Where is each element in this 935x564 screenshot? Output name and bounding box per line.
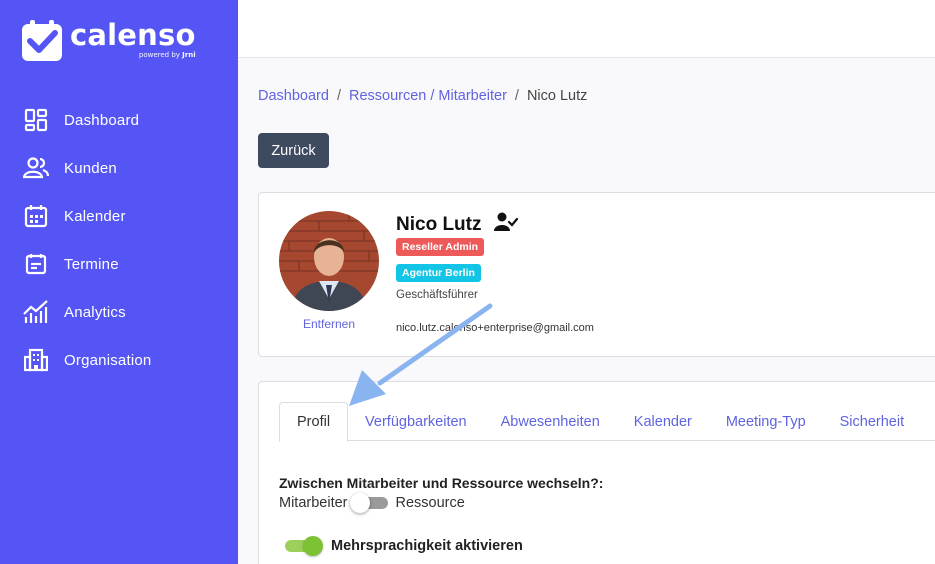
brand-powered-by: powered by Jrni: [138, 51, 196, 59]
sidebar-item-kunden[interactable]: Kunden: [0, 144, 238, 192]
breadcrumb-separator: /: [336, 88, 341, 104]
sidebar-item-label: Termine: [64, 255, 119, 273]
tab-bar: Profil Verfügbarkeiten Abwesenheiten Kal…: [279, 402, 935, 442]
sidebar: calenso powered by Jrni Dashboard Kunden: [0, 0, 238, 564]
sidebar-nav: Dashboard Kunden Kalender Termine Analyt…: [0, 96, 238, 384]
breadcrumb-separator: /: [514, 88, 519, 104]
status-badge: Agentur Berlin: [396, 264, 481, 282]
tab-meeting-typ[interactable]: Meeting-Typ: [709, 402, 823, 441]
calendar-check-logo-icon: [22, 20, 62, 61]
profile-name: Nico Lutz: [396, 214, 482, 235]
breadcrumb: Dashboard / Ressourcen / Mitarbeiter / N…: [258, 88, 587, 104]
switch-left-label: Mitarbeiter: [279, 495, 348, 511]
tab-sicherheit[interactable]: Sicherheit: [823, 402, 921, 441]
calendar-icon: [23, 203, 49, 229]
analytics-icon: [23, 299, 49, 325]
tab-verfuegbarkeiten[interactable]: Verfügbarkeiten: [348, 402, 484, 441]
appointments-icon: [23, 251, 49, 277]
profile-email: nico.lutz.calenso+enterprise@gmail.com: [396, 322, 594, 334]
breadcrumb-link-ressourcen[interactable]: Ressourcen / Mitarbeiter: [349, 88, 507, 104]
sidebar-item-label: Dashboard: [64, 111, 140, 129]
sidebar-item-organisation[interactable]: Organisation: [0, 336, 238, 384]
sidebar-item-termine[interactable]: Termine: [0, 240, 238, 288]
tab-profil[interactable]: Profil: [279, 402, 349, 442]
sidebar-item-analytics[interactable]: Analytics: [0, 288, 238, 336]
multilang-row: Mehrsprachigkeit aktivieren: [281, 536, 523, 556]
calenso-logo[interactable]: calenso powered by Jrni: [21, 20, 196, 62]
sidebar-item-label: Organisation: [64, 351, 152, 369]
profile-role: Geschäftsführer: [396, 289, 478, 301]
employee-resource-switch-row: Mitarbeiter Ressource: [279, 493, 465, 513]
profile-name-row: Nico Lutz: [396, 212, 518, 238]
switch-right-label: Ressource: [395, 495, 465, 511]
dashboard-icon: [23, 107, 49, 133]
back-button[interactable]: Zurück: [258, 133, 329, 168]
sidebar-item-dashboard[interactable]: Dashboard: [0, 96, 238, 144]
brand-name: calenso: [70, 18, 196, 52]
status-badge: Reseller Admin: [396, 238, 485, 256]
switch-question: Zwischen Mitarbeiter und Ressource wechs…: [279, 475, 604, 491]
avatar[interactable]: [279, 211, 379, 311]
breadcrumb-link-dashboard[interactable]: Dashboard: [258, 88, 329, 104]
tab-abwesenheiten[interactable]: Abwesenheiten: [484, 402, 617, 441]
remove-avatar-link[interactable]: Entfernen: [279, 317, 379, 331]
profile-tabs-card: Profil Verfügbarkeiten Abwesenheiten Kal…: [258, 381, 935, 564]
user-check-icon: [493, 212, 518, 238]
sidebar-item-label: Analytics: [64, 303, 126, 321]
multilang-label: Mehrsprachigkeit aktivieren: [331, 538, 523, 554]
top-bar: [238, 0, 935, 58]
employee-resource-toggle[interactable]: [349, 493, 388, 513]
sidebar-item-label: Kunden: [64, 159, 117, 177]
multilang-toggle[interactable]: [285, 536, 323, 556]
customers-icon: [23, 155, 49, 181]
profile-card: Entfernen Nico Lutz Reseller Admin Agent…: [258, 192, 935, 357]
organisation-icon: [23, 347, 49, 373]
sidebar-item-kalender[interactable]: Kalender: [0, 192, 238, 240]
breadcrumb-current: Nico Lutz: [526, 88, 588, 104]
tab-kalender[interactable]: Kalender: [617, 402, 709, 441]
sidebar-item-label: Kalender: [64, 207, 126, 225]
